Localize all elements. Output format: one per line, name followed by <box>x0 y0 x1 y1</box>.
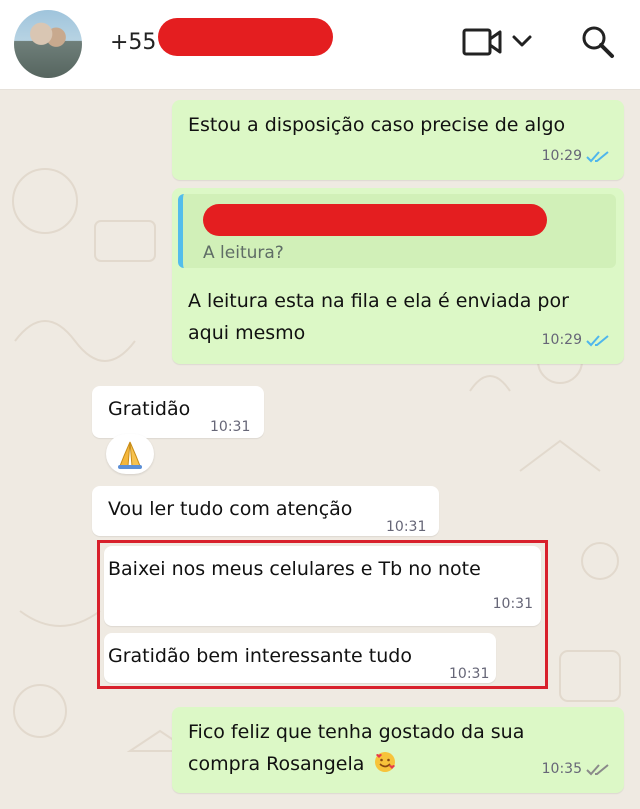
delivered-ticks-icon <box>586 763 609 775</box>
message-text: Estou a disposição caso precise de algo <box>188 114 566 136</box>
chat-header: +55 <box>0 0 640 90</box>
message-outgoing-reply[interactable]: A leitura? A leitura esta na fila e ela … <box>172 188 624 364</box>
message-text-line-2-text: compra Rosangela <box>188 753 365 775</box>
contact-name[interactable]: +55 <box>110 30 156 55</box>
message-meta: 10:31 <box>386 512 426 543</box>
message-text: Gratidão <box>108 398 191 420</box>
message-text-line-1: A leitura esta na fila e ela é enviada p… <box>188 290 569 312</box>
chat-area[interactable]: Estou a disposição caso precise de algo … <box>0 91 640 809</box>
video-call-button[interactable] <box>462 24 538 60</box>
contact-avatar[interactable] <box>14 10 82 78</box>
highlight-annotation <box>97 540 548 689</box>
message-meta: 10:31 <box>210 412 250 443</box>
read-ticks-icon <box>586 334 609 346</box>
read-ticks-icon <box>586 150 609 162</box>
message-outgoing[interactable]: Estou a disposição caso precise de algo … <box>172 100 624 180</box>
redacted-quote-author <box>203 204 547 236</box>
message-text-line-1: Fico feliz que tenha gostado da sua <box>188 721 525 743</box>
search-button[interactable] <box>580 24 616 60</box>
quoted-message[interactable]: A leitura? <box>178 194 616 268</box>
folded-hands-emoji <box>118 441 142 469</box>
video-call-icon <box>462 28 532 56</box>
message-time: 10:31 <box>210 419 251 435</box>
chevron-down-icon <box>512 35 532 47</box>
smiling-face-with-hearts-emoji <box>375 752 396 772</box>
message-reaction[interactable] <box>106 434 154 474</box>
message-time: 10:29 <box>541 148 582 164</box>
contact-phone-prefix: +55 <box>110 30 157 55</box>
quoted-text: A leitura? <box>203 243 284 263</box>
message-meta: 10:29 <box>542 325 610 356</box>
search-icon <box>582 26 614 58</box>
message-meta: 10:29 <box>542 141 610 172</box>
redacted-contact-number <box>158 18 333 56</box>
message-text-line-2: compra Rosangela <box>188 749 396 780</box>
message-incoming[interactable]: Vou ler tudo com atenção 10:31 <box>92 486 439 536</box>
message-time: 10:29 <box>541 332 582 348</box>
message-time: 10:35 <box>541 761 582 777</box>
message-text: Vou ler tudo com atenção <box>108 498 353 520</box>
message-text-line-2: aqui mesmo <box>188 322 306 344</box>
message-outgoing[interactable]: Fico feliz que tenha gostado da sua comp… <box>172 707 624 793</box>
message-time: 10:31 <box>386 519 427 535</box>
message-incoming[interactable]: Gratidão 10:31 <box>92 386 264 438</box>
message-meta: 10:35 <box>542 754 610 785</box>
